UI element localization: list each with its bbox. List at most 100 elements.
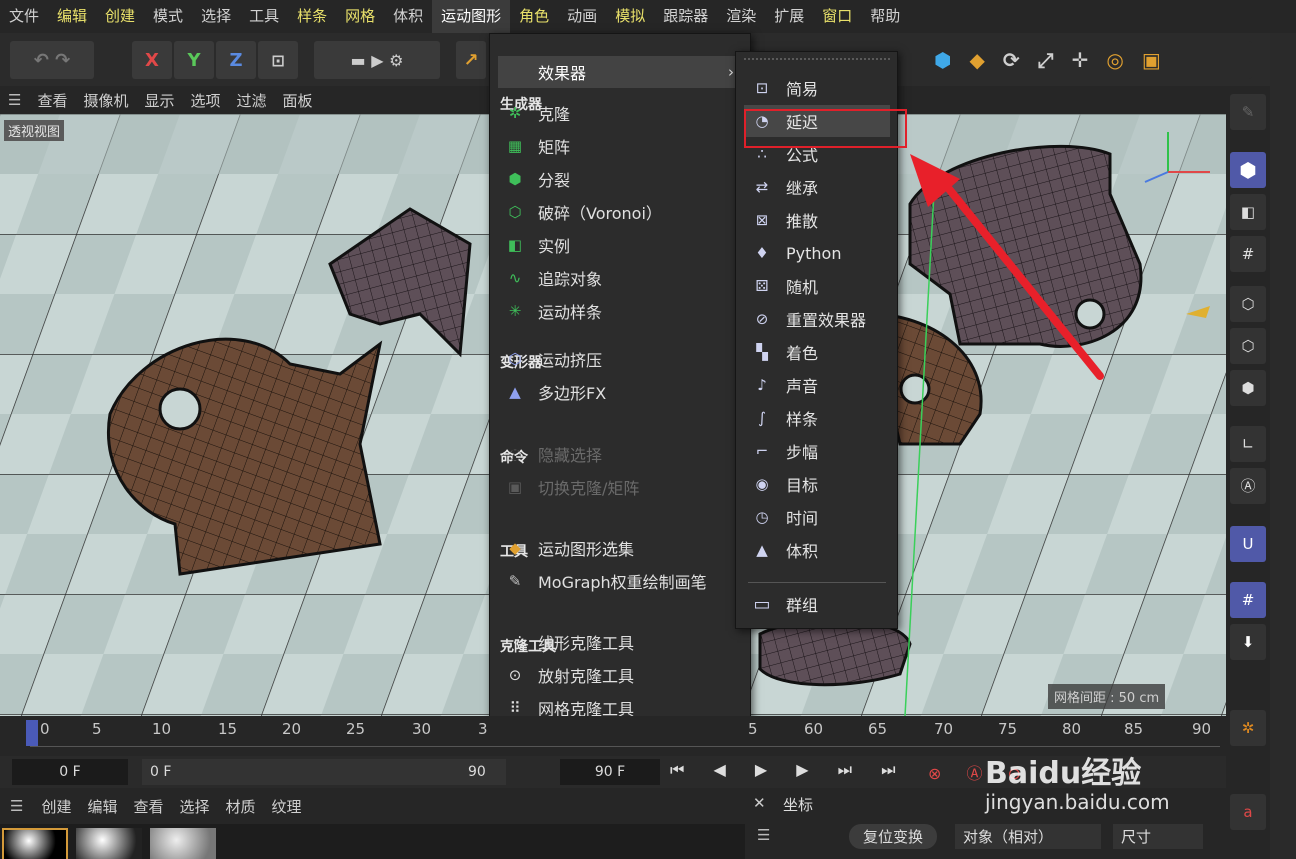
edge-mode-icon[interactable]: ◧: [1230, 194, 1266, 230]
mograph-menu-item[interactable]: ✎ MoGraph权重绘制画笔: [498, 566, 744, 596]
menu-item[interactable]: 动画: [558, 0, 606, 33]
material-menu-item[interactable]: 编辑: [79, 796, 125, 817]
render-region-button[interactable]: ▬ ▶ ⚙: [314, 41, 440, 79]
coord-mode-select[interactable]: 对象（相对）: [955, 824, 1101, 849]
rect-select-icon[interactable]: ◎: [1106, 48, 1123, 72]
menu-item[interactable]: 编辑: [48, 0, 96, 33]
point-mode-icon[interactable]: ⬡: [1230, 286, 1266, 322]
effector-menu-item[interactable]: ◉ 目标: [744, 468, 890, 500]
current-frame-field[interactable]: 0 F: [12, 759, 128, 785]
mograph-menu-item[interactable]: ▦ 矩阵: [498, 131, 744, 161]
rotate-icon[interactable]: ⟳: [1003, 48, 1020, 72]
mograph-menu-item[interactable]: ⬢ 分裂: [498, 164, 744, 194]
menu-item[interactable]: 运动图形: [432, 0, 511, 33]
coord-size-select[interactable]: 尺寸: [1113, 824, 1203, 849]
mograph-menu-item[interactable]: ⊙ 放射克隆工具: [498, 660, 744, 690]
y-axis-button[interactable]: Y: [174, 41, 214, 79]
move-icon[interactable]: ✛: [1072, 48, 1089, 72]
effector-menu-item[interactable]: ♪ 声音: [744, 369, 890, 401]
material-ball-3[interactable]: [150, 828, 216, 859]
effector-menu-item[interactable]: ∫ 样条: [744, 402, 890, 434]
material-ball-2[interactable]: [76, 828, 142, 859]
effector-menu-item[interactable]: ◷ 时间: [744, 501, 890, 533]
effector-menu-item[interactable]: ⊡ 简易: [744, 72, 890, 104]
magnet-icon[interactable]: U: [1230, 526, 1266, 562]
mograph-menu-item[interactable]: ∿ 追踪对象: [498, 263, 744, 293]
menu-item[interactable]: 体积: [384, 0, 432, 33]
scale-icon[interactable]: ⤢: [1038, 48, 1054, 72]
mograph-menu-item[interactable]: ✲ 克隆: [498, 98, 744, 128]
menu-item[interactable]: 模拟: [606, 0, 654, 33]
material-menu-item[interactable]: 创建: [33, 796, 79, 817]
viewport-menu-item[interactable]: 选项: [183, 90, 229, 111]
text-mode-icon[interactable]: Ⓐ: [1230, 468, 1266, 504]
material-menu-item[interactable]: 纹理: [264, 796, 310, 817]
reset-transform-button[interactable]: 复位变换: [849, 824, 938, 849]
x-axis-button[interactable]: X: [132, 41, 172, 79]
z-axis-button[interactable]: Z: [216, 41, 256, 79]
end-frame-field-2[interactable]: 90 F: [560, 759, 660, 785]
pen-icon[interactable]: ✎: [1230, 94, 1266, 130]
menu-item[interactable]: 选择: [192, 0, 240, 33]
mograph-menu-item[interactable]: ◆ 运动图形选集: [498, 533, 744, 563]
menu-item[interactable]: 模式: [144, 0, 192, 33]
cube-icon[interactable]: ⬢: [934, 48, 951, 72]
menu-item[interactable]: 渲染: [717, 0, 765, 33]
effector-menu-item[interactable]: ⌐ 步幅: [744, 435, 890, 467]
material-menu-item[interactable]: 查看: [125, 796, 171, 817]
mograph-menu-item[interactable]: ⋰ 线形克隆工具: [498, 627, 744, 657]
selection-icon[interactable]: ◆: [969, 48, 984, 72]
mograph-menu-item[interactable]: ⬡ 运动挤压: [498, 344, 744, 374]
floor-icon[interactable]: ⬇: [1230, 624, 1266, 660]
menu-item[interactable]: 文件: [0, 0, 48, 33]
coord-menu-icon[interactable]: ☰: [757, 826, 770, 844]
gear-icon[interactable]: ✲: [1230, 710, 1266, 746]
effector-submenu-item[interactable]: 效果器 ›: [498, 56, 744, 88]
start-frame-field[interactable]: 0 F: [142, 759, 492, 785]
playback-buttons[interactable]: ⏮ ◀ ▶ ▶ ⏭ ⏭: [670, 760, 908, 786]
box-select-icon[interactable]: ▣: [1142, 48, 1161, 72]
grid-mode-icon[interactable]: #: [1230, 236, 1266, 272]
effector-menu-item[interactable]: ▚ 着色: [744, 336, 890, 368]
effector-menu-item[interactable]: ⚄ 随机: [744, 270, 890, 302]
snap-icon[interactable]: #: [1230, 582, 1266, 618]
menu-item[interactable]: 工具: [240, 0, 288, 33]
cube-mode-icon[interactable]: ⬢: [1230, 152, 1266, 188]
live-selection-icon[interactable]: ↗: [456, 41, 486, 79]
menu-item[interactable]: 角色: [510, 0, 558, 33]
python-icon[interactable]: a: [1230, 794, 1266, 830]
menu-item[interactable]: 样条: [288, 0, 336, 33]
menu-item[interactable]: 扩展: [765, 0, 813, 33]
menu-item[interactable]: 窗口: [813, 0, 861, 33]
effector-menu-item[interactable]: ♦ Python: [744, 237, 890, 269]
menu-item[interactable]: 帮助: [861, 0, 909, 33]
undo-button[interactable]: ↶ ↷: [10, 41, 94, 79]
close-icon[interactable]: ✕: [753, 794, 766, 812]
material-menu-item[interactable]: 选择: [172, 796, 218, 817]
playhead[interactable]: [26, 720, 38, 746]
effector-menu-item[interactable]: ⊠ 推散: [744, 204, 890, 236]
effector-menu-item[interactable]: ⇄ 继承: [744, 171, 890, 203]
viewport-menu-item[interactable]: 显示: [136, 90, 182, 111]
mograph-menu-item[interactable]: ▲ 多边形FX: [498, 377, 744, 407]
effector-menu-item[interactable]: ▲ 体积: [744, 534, 890, 566]
menu-item[interactable]: 创建: [96, 0, 144, 33]
mograph-menu-item[interactable]: ◧ 实例: [498, 230, 744, 260]
mograph-menu-item[interactable]: ✳ 运动样条: [498, 296, 744, 326]
viewport-menu-icon[interactable]: ☰: [0, 91, 29, 109]
submenu-tearoff[interactable]: [744, 58, 890, 64]
menu-item[interactable]: 跟踪器: [654, 0, 717, 33]
end-frame-field[interactable]: 90 F: [460, 759, 506, 806]
effector-menu-item[interactable]: ⊘ 重置效果器: [744, 303, 890, 335]
object-mode-icon[interactable]: ⬢: [1230, 370, 1266, 406]
viewport-menu-item[interactable]: 过滤: [229, 90, 275, 111]
material-menu-item[interactable]: 材质: [218, 796, 264, 817]
effector-group-item[interactable]: ▭ 群组: [744, 588, 890, 620]
coordinate-system-icon[interactable]: ⊡: [258, 41, 298, 79]
viewport-menu-item[interactable]: 查看: [29, 90, 75, 111]
mograph-menu-item[interactable]: ⬡ 破碎（Voronoi）: [498, 197, 744, 227]
viewport-menu-item[interactable]: 摄像机: [75, 90, 136, 111]
viewport-menu-item[interactable]: 面板: [275, 90, 321, 111]
poly-mode-icon[interactable]: ⬡: [1230, 328, 1266, 364]
material-ball-1[interactable]: [2, 828, 68, 859]
